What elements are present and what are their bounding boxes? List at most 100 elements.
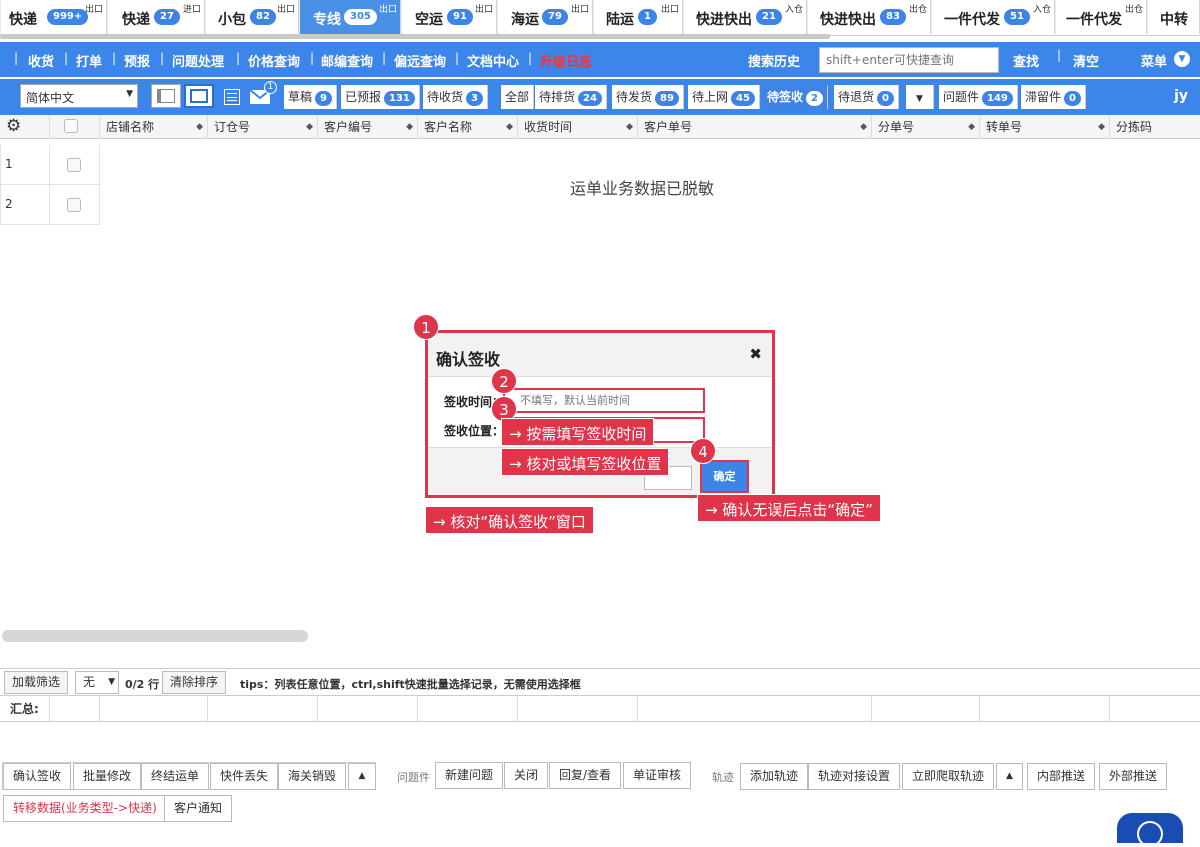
tab-transit[interactable]: 中转: [1147, 0, 1200, 34]
select-all-checkbox[interactable]: [64, 119, 78, 133]
terminate-waybill-button[interactable]: 终结运单: [141, 763, 210, 790]
column-header[interactable]: 客户单号 ◆: [638, 115, 872, 139]
caret-up-icon[interactable]: ▲: [996, 763, 1023, 790]
sort-icon[interactable]: ◆: [968, 115, 975, 139]
nav-issues[interactable]: 问题处理: [172, 51, 224, 70]
quick-search-input[interactable]: [819, 47, 999, 73]
search-history-link[interactable]: 搜索历史: [748, 51, 800, 70]
column-header[interactable]: 分单号 ◆: [872, 115, 980, 139]
horizontal-scrollbar[interactable]: [2, 630, 308, 642]
reply-view-button[interactable]: 回复/查看: [549, 762, 622, 789]
status-tab-all[interactable]: 全部: [501, 85, 535, 109]
caret-up-icon[interactable]: ▲: [348, 763, 376, 790]
transfer-data-button[interactable]: 转移数据(业务类型->快递): [3, 795, 167, 822]
add-track-button[interactable]: 添加轨迹: [740, 763, 809, 790]
status-tab-stuck[interactable]: 滞留件 0: [1021, 85, 1086, 109]
new-issue-button[interactable]: 新建问题: [435, 762, 504, 789]
column-header[interactable]: 客户名称 ◆: [418, 115, 518, 139]
status-tab-awaiting-receipt[interactable]: 待收货 3: [423, 85, 488, 109]
tab-dedicated-line[interactable]: 专线 305 出口: [299, 0, 401, 34]
sort-icon[interactable]: ◆: [306, 115, 313, 139]
column-header[interactable]: 客户编号 ◆: [318, 115, 418, 139]
close-issue-button[interactable]: 关闭: [504, 762, 549, 789]
user-name[interactable]: jy: [1174, 88, 1188, 104]
close-icon[interactable]: ✖: [749, 345, 762, 363]
internal-push-button[interactable]: 内部推送: [1027, 763, 1096, 790]
external-push-button[interactable]: 外部推送: [1099, 763, 1168, 790]
sort-icon[interactable]: ◆: [506, 115, 513, 139]
tab-fast-out[interactable]: 快进快出 83 出仓: [807, 0, 931, 34]
status-tab-awaiting-ship[interactable]: 待发货 89: [612, 85, 684, 109]
tab-express-export[interactable]: 快递 999+ 出口: [0, 0, 107, 34]
row-select-cell[interactable]: [50, 145, 100, 185]
load-filter-button[interactable]: 加载筛选: [4, 671, 69, 694]
document-review-button[interactable]: 单证审核: [623, 762, 692, 789]
chevron-down-icon[interactable]: ▼: [1174, 51, 1190, 67]
row-select-cell[interactable]: [50, 185, 100, 225]
status-tab-awaiting-online[interactable]: 待上网 45: [688, 85, 760, 109]
tab-sea[interactable]: 海运 79 出口: [497, 0, 593, 34]
sort-icon[interactable]: ◆: [626, 115, 633, 139]
clear-button[interactable]: 清空: [1073, 51, 1099, 70]
language-select[interactable]: 简体中文 ▼: [20, 84, 138, 108]
nav-forecast[interactable]: 预报: [124, 51, 150, 70]
nav-print[interactable]: 打单: [76, 51, 102, 70]
tab-small-parcel[interactable]: 小包 82 出口: [205, 0, 299, 34]
customer-notify-button[interactable]: 客户通知: [164, 795, 233, 822]
nav-docs[interactable]: 文档中心: [467, 51, 519, 70]
status-tab-awaiting-signoff[interactable]: 待签收 2: [763, 85, 828, 109]
column-label: 订仓号: [214, 120, 251, 134]
track-integration-button[interactable]: 轨迹对接设置: [808, 763, 901, 790]
status-tab-draft[interactable]: 草稿 9: [284, 85, 337, 109]
confirm-signoff-button[interactable]: 确认签收: [3, 763, 72, 790]
tab-dropship-out[interactable]: 一件代发 出仓: [1055, 0, 1147, 34]
row-checkbox[interactable]: [67, 198, 81, 212]
status-tab-problem[interactable]: 问题件 149: [939, 85, 1018, 109]
tab-dropship-in[interactable]: 一件代发 51 入仓: [931, 0, 1055, 34]
column-header[interactable]: 店铺名称 ◆: [100, 115, 208, 139]
sort-icon[interactable]: ◆: [196, 115, 203, 139]
customs-destroy-button[interactable]: 海关销毁: [278, 763, 347, 790]
gear-icon[interactable]: ⚙: [6, 116, 21, 136]
status-toolbar: 简体中文 ▼ 1 草稿 9 已预报 131 待收货 3 全部 待排货 24 待发货 89 …: [0, 79, 1200, 115]
row-checkbox[interactable]: [67, 158, 81, 172]
batch-edit-button[interactable]: 批量修改: [73, 763, 142, 790]
list-icon[interactable]: [224, 89, 240, 105]
status-tab-forecasted[interactable]: 已预报 131: [341, 85, 420, 109]
menu-button[interactable]: 菜单: [1141, 51, 1167, 70]
filter-select[interactable]: 无 ▼: [75, 671, 119, 694]
more-status-dropdown[interactable]: ▼: [906, 85, 934, 109]
signoff-time-input[interactable]: [503, 388, 705, 413]
crawl-track-button[interactable]: 立即爬取轨迹: [902, 763, 995, 790]
layout-full-icon[interactable]: [184, 84, 214, 108]
tab-sup: 进口: [182, 5, 201, 15]
tab-land[interactable]: 陆运 1 出口: [593, 0, 683, 34]
nav-price-query[interactable]: 价格查询: [248, 51, 300, 70]
tab-air[interactable]: 空运 91 出口: [401, 0, 497, 34]
parcel-lost-button[interactable]: 快件丢失: [210, 763, 279, 790]
tab-express-import[interactable]: 快递 27 进口: [107, 0, 205, 34]
status-tab-awaiting-arrange[interactable]: 待排货 24: [535, 85, 607, 109]
select-all-cell[interactable]: [50, 115, 100, 139]
column-header[interactable]: 订仓号 ◆: [208, 115, 318, 139]
help-button[interactable]: [1117, 813, 1183, 847]
column-header[interactable]: 收货时间 ◆: [518, 115, 638, 139]
sort-icon[interactable]: ◆: [860, 115, 867, 139]
nav-remote-query[interactable]: 偏远查询: [394, 51, 446, 70]
confirm-ok-button[interactable]: 确定: [700, 460, 749, 493]
nav-receive[interactable]: 收货: [28, 51, 54, 70]
sort-icon[interactable]: ◆: [1098, 115, 1105, 139]
sort-icon[interactable]: ◆: [406, 115, 413, 139]
column-settings[interactable]: ⚙: [0, 115, 50, 139]
status-tab-awaiting-return[interactable]: 待退货 0: [834, 85, 899, 109]
tab-fast-in[interactable]: 快进快出 21 入仓: [683, 0, 807, 34]
layout-split-icon[interactable]: [151, 84, 181, 108]
status-tab-badge: 9: [315, 91, 332, 106]
tab-scrollbar[interactable]: [0, 34, 830, 39]
find-button[interactable]: 查找: [1013, 51, 1039, 70]
nav-postcode-query[interactable]: 邮编查询: [321, 51, 373, 70]
column-header[interactable]: 分拣码: [1110, 115, 1200, 139]
column-header[interactable]: 转单号 ◆: [980, 115, 1110, 139]
nav-upgrade-log[interactable]: 升级日志: [540, 51, 592, 70]
clear-sort-button[interactable]: 清除排序: [162, 671, 227, 694]
